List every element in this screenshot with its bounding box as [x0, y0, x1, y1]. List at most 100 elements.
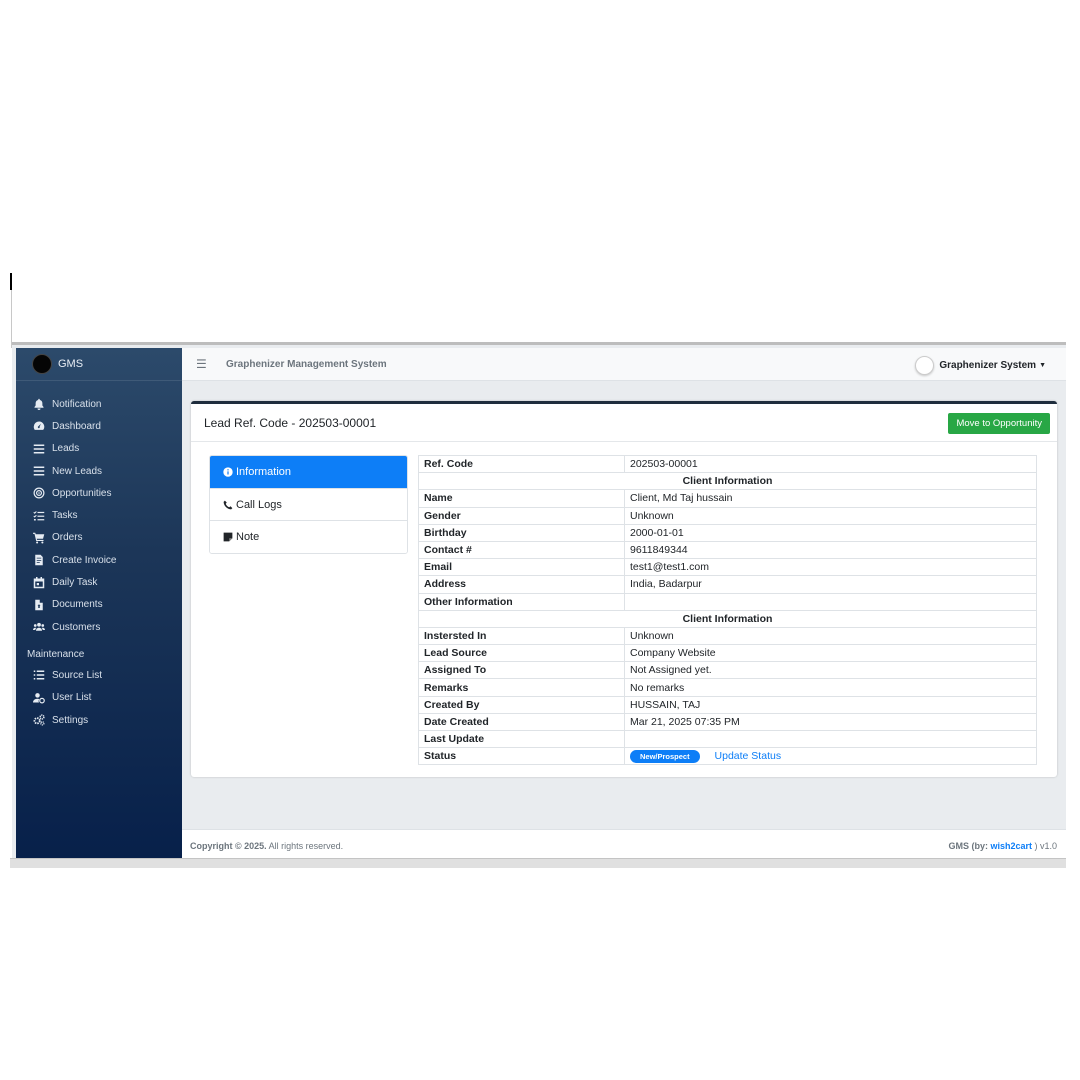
field-label: Address: [418, 575, 625, 594]
field-value: Unknown: [624, 506, 1037, 525]
app-window: GMS Notification Dashboard Leads New Lea…: [12, 342, 1066, 868]
sidebar-item-label: Source List: [52, 669, 103, 681]
table-row: Assigned To Not Assigned yet.: [418, 661, 1037, 680]
document-icon: [32, 599, 46, 611]
field-value: test1@test1.com: [624, 558, 1037, 577]
table-row: Instersted In Unknown: [418, 626, 1037, 646]
sidebar-item-daily-task[interactable]: Daily Task: [16, 571, 182, 593]
sidebar-item-customers[interactable]: Customers: [16, 616, 182, 638]
field-label: Email: [418, 558, 625, 577]
sidebar-item-dashboard[interactable]: Dashboard: [16, 415, 182, 437]
card-header: Lead Ref. Code - 202503-00001 Move to Op…: [191, 404, 1057, 442]
field-value: [624, 592, 1037, 611]
copyright: Copyright © 2025. All rights reserved.: [190, 841, 343, 851]
status-badge: New/Prospect: [630, 749, 700, 763]
table-row: Gender Unknown: [418, 506, 1037, 525]
lead-card: Lead Ref. Code - 202503-00001 Move to Op…: [191, 401, 1057, 777]
hamburger-menu-icon[interactable]: ☰: [196, 357, 208, 371]
tab-label: Information: [236, 466, 292, 478]
credit-prefix: GMS (by:: [948, 840, 991, 851]
table-row: Created By HUSSAIN, TAJ: [418, 695, 1037, 714]
user-name: Graphenizer System: [939, 360, 1037, 371]
bell-icon: [32, 398, 46, 411]
field-label: Created By: [418, 695, 625, 714]
tab-label: Note: [236, 531, 260, 543]
field-value: New/Prospect Update Status: [624, 747, 1037, 766]
speedometer-icon: [32, 420, 46, 432]
sidebar-item-opportunities[interactable]: Opportunities: [16, 482, 182, 504]
tab-note[interactable]: Note: [210, 521, 407, 553]
sidebar-item-label: Tasks: [52, 510, 78, 522]
sidebar-item-label: New Leads: [52, 465, 103, 477]
field-value: Not Assigned yet.: [624, 661, 1037, 680]
table-row: Email test1@test1.com: [418, 558, 1037, 577]
table-row: Name Client, Md Taj hussain: [418, 489, 1037, 508]
field-label: Gender: [418, 506, 625, 525]
field-label: Other Information: [418, 592, 625, 611]
sidebar-item-orders[interactable]: Orders: [16, 527, 182, 549]
table-row: Client Information: [418, 609, 1037, 628]
tasks-icon: [32, 510, 46, 522]
system-title: Graphenizer Management System: [226, 358, 387, 370]
sidebar-item-leads[interactable]: Leads: [16, 438, 182, 460]
avatar: [915, 356, 935, 375]
divider: [11, 290, 12, 348]
table-row: Contact #9611849344: [418, 540, 1037, 560]
caret-down-icon: ▼: [1039, 362, 1046, 369]
field-label: Name: [418, 489, 625, 508]
cart-icon: [32, 532, 46, 544]
field-value: [624, 729, 1037, 749]
field-value: Client, Md Taj hussain: [624, 489, 1037, 508]
credit-suffix: ) v1.0: [1031, 840, 1057, 851]
sidebar-item-user-list[interactable]: User List: [16, 687, 182, 709]
section-header: Client Information: [418, 609, 1037, 628]
sidebar-item-new-leads[interactable]: New Leads: [16, 460, 182, 482]
table-row: Ref. Code 202503-00001: [418, 454, 1037, 474]
user-cog-icon: [32, 692, 46, 704]
sidebar-item-label: Daily Task: [52, 577, 98, 589]
tab-call-logs[interactable]: Call Logs: [210, 489, 407, 521]
field-value: 202503-00001: [624, 454, 1037, 474]
user-menu[interactable]: Graphenizer System ▼: [915, 356, 1046, 375]
credit: GMS (by: wish2cart ) v1.0: [948, 841, 1057, 851]
copyright-text: All rights reserved.: [266, 840, 344, 851]
credit-link[interactable]: wish2cart: [990, 841, 1032, 851]
sidebar-item-create-invoice[interactable]: Create Invoice: [16, 549, 182, 571]
table-row: Address India, Badarpur: [418, 575, 1037, 594]
field-label: Remarks: [418, 678, 625, 697]
field-label: Last Update: [418, 729, 625, 749]
field-label: Date Created: [418, 712, 625, 732]
bars-icon: [32, 465, 46, 477]
table-row: Lead Source Company Website: [418, 644, 1037, 663]
sidebar-item-source-list[interactable]: Source List: [16, 664, 182, 686]
brand-link[interactable]: GMS: [16, 348, 182, 381]
sidebar-item-documents[interactable]: Documents: [16, 594, 182, 616]
sticky-note-icon: [223, 532, 233, 542]
sidebar-item-label: Opportunities: [52, 487, 112, 499]
field-value: No remarks: [624, 678, 1037, 697]
calendar-icon: [32, 576, 46, 589]
sidebar-item-settings[interactable]: Settings: [16, 709, 182, 731]
brand-name: GMS: [58, 358, 84, 370]
section-header: Client Information: [418, 472, 1037, 491]
field-label: Status: [418, 747, 625, 766]
sidebar-item-label: Documents: [52, 599, 103, 611]
table-row: Status New/Prospect Update Status: [418, 747, 1037, 766]
sidebar-item-tasks[interactable]: Tasks: [16, 504, 182, 526]
users-icon: [32, 621, 46, 633]
text-cursor: [10, 273, 12, 290]
sidebar-item-label: Notification: [52, 398, 102, 410]
table-row: Birthday 2000-01-01: [418, 523, 1037, 542]
info-circle-icon: [223, 467, 233, 477]
sidebar-item-label: Orders: [52, 532, 83, 544]
window-bottom-edge: [10, 858, 1066, 868]
field-label: Lead Source: [418, 644, 625, 663]
tab-information[interactable]: Information: [210, 456, 407, 489]
update-status-link[interactable]: Update Status: [715, 750, 782, 762]
sidebar-item-label: Dashboard: [52, 420, 101, 432]
sidebar-item-notification[interactable]: Notification: [16, 393, 182, 415]
sidebar-item-label: Settings: [52, 714, 89, 726]
field-value: HUSSAIN, TAJ: [624, 695, 1037, 714]
move-to-opportunity-button[interactable]: Move to Opportunity: [948, 413, 1050, 434]
field-value: India, Badarpur: [624, 575, 1037, 594]
